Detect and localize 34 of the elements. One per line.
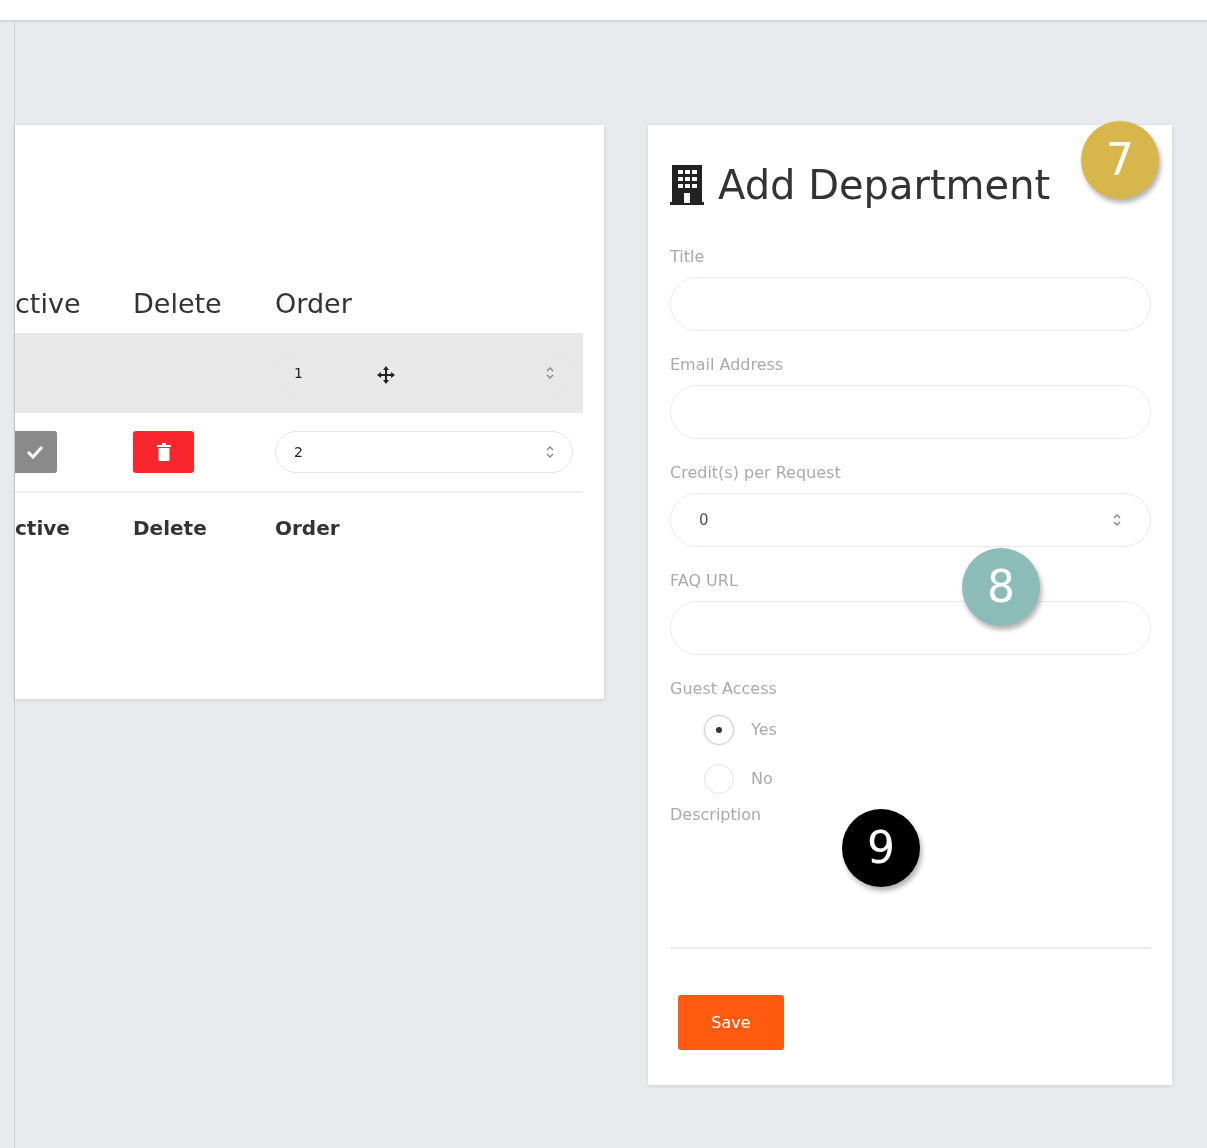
radio-button[interactable] [704,763,734,794]
callout-marker: 9 [842,809,920,887]
field-label: Title [670,246,705,268]
column-footer: Order [275,516,340,540]
radio-label: Yes [751,718,777,741]
column-header: ctive [15,286,81,321]
field-label: Credit(s) per Request [670,462,841,484]
column-header: Delete [133,286,222,321]
callout-marker: 8 [962,548,1040,626]
input-field[interactable] [670,601,1151,655]
building-icon [670,165,704,205]
trash-icon [156,443,171,461]
column-header: Order [275,286,352,321]
move-cursor-icon [376,365,396,385]
delete-button[interactable] [133,431,194,473]
active-toggle-button[interactable] [15,431,57,473]
column-footer: Delete [133,516,207,540]
field-label: Description [670,804,762,826]
field-label: Email Address [670,354,784,376]
column-footer: ctive [15,516,70,540]
spinner-icon[interactable] [546,445,554,459]
field-label: FAQ URL [670,570,738,592]
spinner-icon[interactable] [546,366,554,380]
number-field[interactable]: 0 [670,493,1151,547]
spinner-icon[interactable] [1113,513,1121,527]
radio-label: No [751,767,773,790]
field-label: Guest Access [670,678,777,700]
table-row[interactable]: 2 [15,413,583,493]
order-value: 1 [294,363,303,383]
radio-button[interactable] [704,714,734,745]
callout-marker: 7 [1081,121,1159,199]
order-value: 2 [294,442,303,462]
table-row[interactable]: 1 [15,333,583,413]
check-icon [26,445,44,459]
